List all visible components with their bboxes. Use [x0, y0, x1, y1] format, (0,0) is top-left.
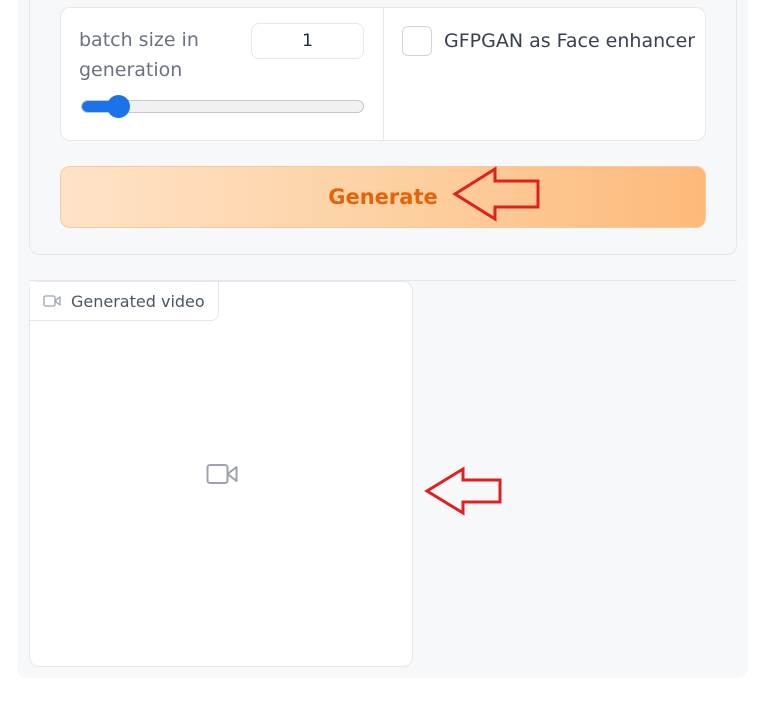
generated-video-panel[interactable]: Generated video — [29, 281, 413, 667]
generate-button[interactable]: Generate — [60, 166, 706, 228]
face-enhancer-label: GFPGAN as Face enhancer — [444, 30, 696, 52]
settings-row: batch size in generation 1 GFPGAN as Fac… — [60, 7, 706, 141]
video-label-text: Generated video — [71, 291, 205, 311]
column-divider — [383, 8, 384, 140]
video-camera-icon — [43, 295, 61, 307]
video-panel-label: Generated video — [30, 282, 219, 321]
annotation-arrow-icon — [424, 466, 502, 516]
batch-size-label: batch size in generation — [79, 29, 199, 81]
face-enhancer-checkbox[interactable] — [402, 26, 432, 56]
annotation-arrow-icon — [452, 166, 540, 222]
batch-size-input[interactable]: 1 — [251, 23, 364, 59]
slider-thumb[interactable] — [106, 95, 130, 118]
video-camera-icon — [206, 464, 238, 484]
